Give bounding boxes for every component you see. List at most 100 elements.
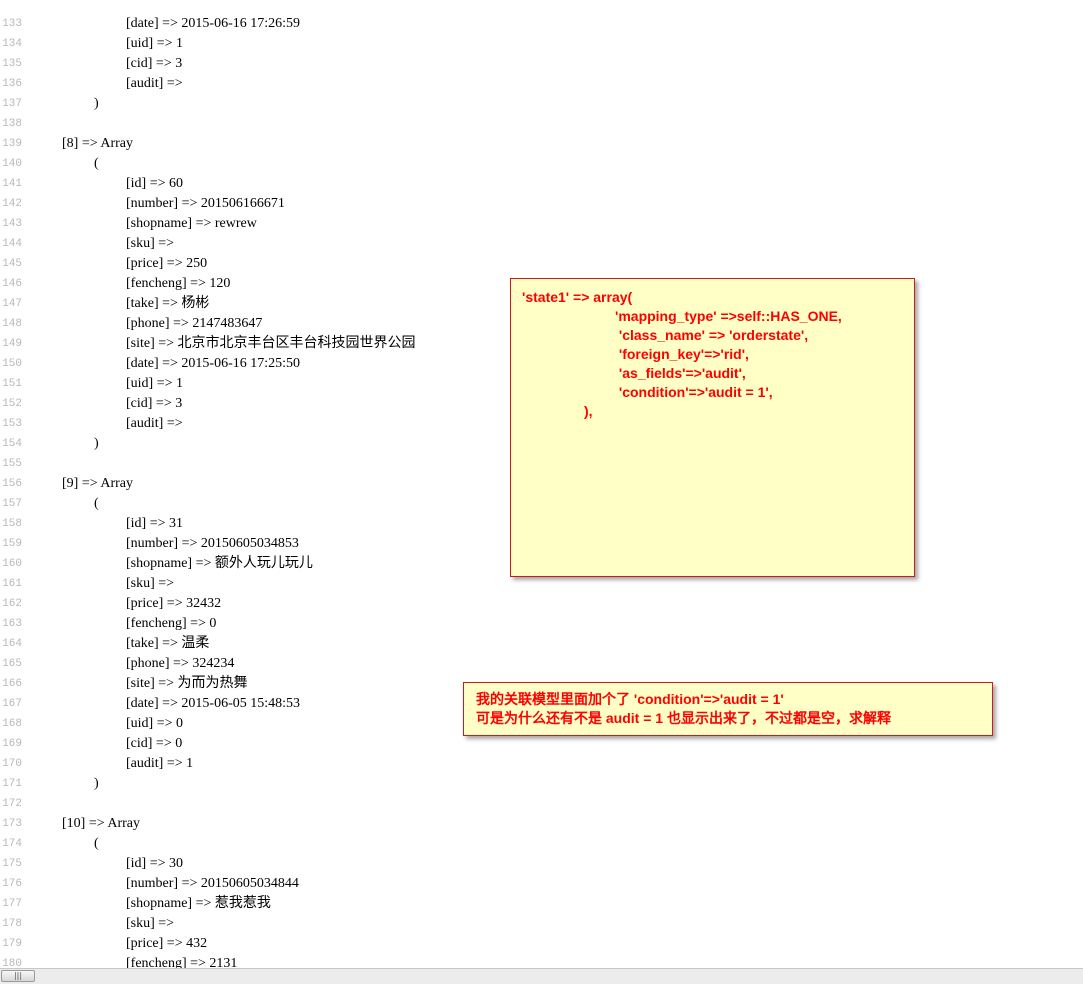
note-code-line: ), xyxy=(584,403,593,419)
line-number: 157 xyxy=(2,498,22,510)
note-code-line: 'state1' => array( xyxy=(522,289,633,305)
line-number: 179 xyxy=(2,938,22,950)
line-text: [price] => 432 xyxy=(126,936,208,951)
line-text: [cid] => 3 xyxy=(126,56,183,71)
code-line: 174 ( xyxy=(0,834,1083,854)
question-annotation-note: 我的关联模型里面加个了 'condition'=>'audit = 1' 可是为什… xyxy=(463,682,993,736)
line-number: 134 xyxy=(2,38,22,50)
line-text: ) xyxy=(94,96,99,111)
code-line: 163 [fencheng] => 0 xyxy=(0,614,1083,634)
line-text: ( xyxy=(94,156,99,171)
line-text: [sku] => xyxy=(126,576,175,591)
note-code-line: 'foreign_key'=>'rid', xyxy=(615,346,749,362)
code-line: 136 [audit] => xyxy=(0,74,1083,94)
line-number: 151 xyxy=(2,378,22,390)
line-text: [audit] => xyxy=(126,76,183,91)
code-line: 139 [8] => Array xyxy=(0,134,1083,154)
line-number: 162 xyxy=(2,598,22,610)
line-text: ( xyxy=(94,496,99,511)
code-line: 177 [shopname] => 惹我惹我 xyxy=(0,894,1083,914)
code-line: 164 [take] => 温柔 xyxy=(0,634,1083,654)
line-number: 175 xyxy=(2,858,22,870)
line-number: 168 xyxy=(2,718,22,730)
line-number: 178 xyxy=(2,918,22,930)
line-number: 148 xyxy=(2,318,22,330)
code-line: 161 [sku] => xyxy=(0,574,1083,594)
line-number: 174 xyxy=(2,838,22,850)
line-number: 150 xyxy=(2,358,22,370)
line-text: [uid] => 1 xyxy=(126,36,184,51)
line-number: 173 xyxy=(2,818,22,830)
line-text: [date] => 2015-06-16 17:26:59 xyxy=(126,16,301,31)
line-number: 137 xyxy=(2,98,22,110)
line-text: [site] => 为而为热舞 xyxy=(126,676,248,691)
line-number: 176 xyxy=(2,878,22,890)
line-number: 144 xyxy=(2,238,22,250)
line-number: 138 xyxy=(2,118,22,130)
line-text: [shopname] => 惹我惹我 xyxy=(126,896,271,911)
line-number: 170 xyxy=(2,758,22,770)
line-text: [price] => 250 xyxy=(126,256,208,271)
line-text: [fencheng] => 120 xyxy=(126,276,231,291)
line-number: 163 xyxy=(2,618,22,630)
line-text: [9] => Array xyxy=(62,476,133,491)
code-line: 144 [sku] => xyxy=(0,234,1083,254)
line-text: [shopname] => rewrew xyxy=(126,216,257,231)
line-text: [number] => 20150605034844 xyxy=(126,876,299,891)
line-text: [audit] => xyxy=(126,416,183,431)
line-text: [sku] => xyxy=(126,916,175,931)
code-line: 133 [date] => 2015-06-16 17:26:59 xyxy=(0,14,1083,34)
code-line: 143 [shopname] => rewrew xyxy=(0,214,1083,234)
line-number: 165 xyxy=(2,658,22,670)
line-text: [take] => 温柔 xyxy=(126,636,210,651)
clipped-code-line xyxy=(0,0,1083,14)
question-line: 可是为什么还有不是 audit = 1 也显示出来了，不过都是空，求解释 xyxy=(476,710,891,726)
line-number: 136 xyxy=(2,78,22,90)
code-line: 142 [number] => 201506166671 xyxy=(0,194,1083,214)
code-line: 179 [price] => 432 xyxy=(0,934,1083,954)
line-text: [id] => 60 xyxy=(126,176,184,191)
line-text: [uid] => 1 xyxy=(126,376,184,391)
line-text: [fencheng] => 0 xyxy=(126,616,217,631)
line-text: [8] => Array xyxy=(62,136,133,151)
line-number: 159 xyxy=(2,538,22,550)
line-number: 154 xyxy=(2,438,22,450)
code-line: 171) xyxy=(0,774,1083,794)
line-text: [id] => 30 xyxy=(126,856,184,871)
horizontal-scrollbar[interactable]: ||| xyxy=(0,968,1083,984)
question-line: 我的关联模型里面加个了 'condition'=>'audit = 1' xyxy=(476,691,784,707)
line-text: [take] => 杨彬 xyxy=(126,296,210,311)
line-text: [date] => 2015-06-05 15:48:53 xyxy=(126,696,301,711)
line-text: [cid] => 0 xyxy=(126,736,183,751)
code-line: 178 [sku] => xyxy=(0,914,1083,934)
line-number: 133 xyxy=(2,18,22,30)
line-text: [price] => 32432 xyxy=(126,596,222,611)
code-line: 141 [id] => 60 xyxy=(0,174,1083,194)
code-line: 137) xyxy=(0,94,1083,114)
code-line: 138 xyxy=(0,114,1083,134)
code-line: 176 [number] => 20150605034844 xyxy=(0,874,1083,894)
line-number: 180 xyxy=(2,958,22,968)
line-text: ) xyxy=(94,436,99,451)
code-line: 172 xyxy=(0,794,1083,814)
line-number: 167 xyxy=(2,698,22,710)
code-line: 134 [uid] => 1 xyxy=(0,34,1083,54)
line-number: 145 xyxy=(2,258,22,270)
line-number: 152 xyxy=(2,398,22,410)
code-line: 170 [audit] => 1 xyxy=(0,754,1083,774)
line-number: 160 xyxy=(2,558,22,570)
line-number: 155 xyxy=(2,458,22,470)
note-code-line: 'condition'=>'audit = 1', xyxy=(615,384,773,400)
line-number: 143 xyxy=(2,218,22,230)
code-line: 173 [10] => Array xyxy=(0,814,1083,834)
line-text: [phone] => 324234 xyxy=(126,656,235,671)
scrollbar-thumb[interactable]: ||| xyxy=(1,970,35,982)
line-text: [shopname] => 额外人玩儿玩儿 xyxy=(126,556,313,571)
line-number: 140 xyxy=(2,158,22,170)
code-line: 165 [phone] => 324234 xyxy=(0,654,1083,674)
code-line: 145 [price] => 250 xyxy=(0,254,1083,274)
line-text: [id] => 31 xyxy=(126,516,184,531)
line-text: [10] => Array xyxy=(62,816,140,831)
line-text: [sku] => xyxy=(126,236,175,251)
line-text: [number] => 201506166671 xyxy=(126,196,285,211)
